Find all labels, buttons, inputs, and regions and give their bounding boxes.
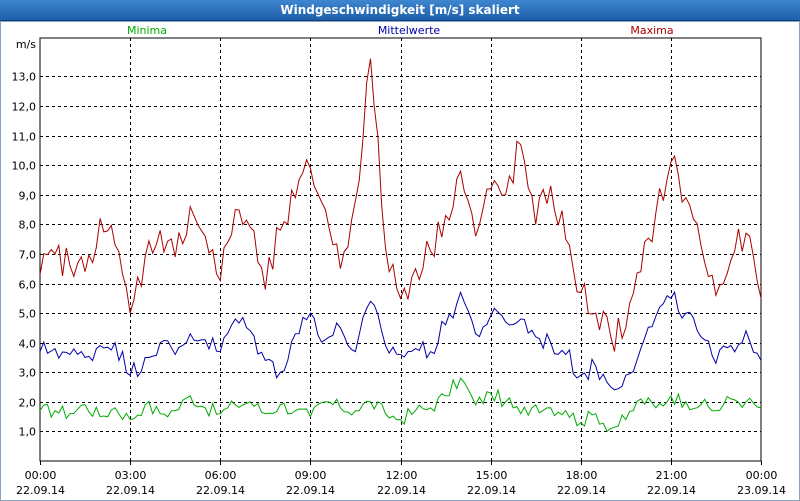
x-tick-time-label: 00:00 <box>25 469 57 482</box>
x-tick-time-label: 06:00 <box>205 469 237 482</box>
x-tick-date-label: 22.09.14 <box>647 484 696 497</box>
x-tick-time-label: 09:00 <box>295 469 327 482</box>
y-tick-label: 4,0 <box>19 338 37 351</box>
y-tick-label: 7,0 <box>19 249 37 262</box>
x-tick-date-label: 22.09.14 <box>377 484 426 497</box>
y-tick-label: 13,0 <box>12 71 37 84</box>
legend-mittelwerte: Mittelwerte <box>378 24 441 37</box>
y-tick-label: 9,0 <box>19 190 37 203</box>
x-tick-time-label: 21:00 <box>656 469 688 482</box>
x-tick-date-label: 22.09.14 <box>467 484 516 497</box>
y-tick-label: 2,0 <box>19 397 37 410</box>
y-tick-label: 1,0 <box>19 426 37 439</box>
series-line-maxima <box>39 58 762 352</box>
x-tick-time-label: 12:00 <box>386 469 418 482</box>
x-tick-date-label: 22.09.14 <box>16 484 65 497</box>
x-tick-date-label: 22.09.14 <box>106 484 155 497</box>
y-axis-label: m/s <box>16 38 36 51</box>
y-tick-label: 10,0 <box>12 160 37 173</box>
plot-area-frame <box>39 37 762 462</box>
y-tick-label: 3,0 <box>19 367 37 380</box>
wind-speed-chart: 1,0 2,0 3,0 4,0 5,0 6,0 7,0 8,0 9,0 10,0 11,0 12,0 1… <box>12 24 786 497</box>
y-tick-label: 12,0 <box>12 101 37 114</box>
y-tick-label: 8,0 <box>19 219 37 232</box>
x-tick-time-label: 00:00 <box>746 469 778 482</box>
y-tick-label: 6,0 <box>19 279 37 292</box>
legend-maxima: Maxima <box>630 24 673 37</box>
series-line-minima <box>39 377 762 433</box>
y-tick-label: 5,0 <box>19 308 37 321</box>
x-tick-time-label: 15:00 <box>476 469 508 482</box>
x-tick-date-label: 22.09.14 <box>196 484 245 497</box>
series-line-mittelwerte <box>39 290 762 391</box>
x-tick-time-label: 18:00 <box>566 469 598 482</box>
x-tick-date-label: 22.09.14 <box>286 484 335 497</box>
legend-minima: Minima <box>127 24 167 37</box>
x-tick-time-label: 03:00 <box>115 469 147 482</box>
x-tick-date-label: 22.09.14 <box>557 484 606 497</box>
x-tick-date-label: 23.09.14 <box>737 484 786 497</box>
y-tick-label: 11,0 <box>12 131 37 144</box>
